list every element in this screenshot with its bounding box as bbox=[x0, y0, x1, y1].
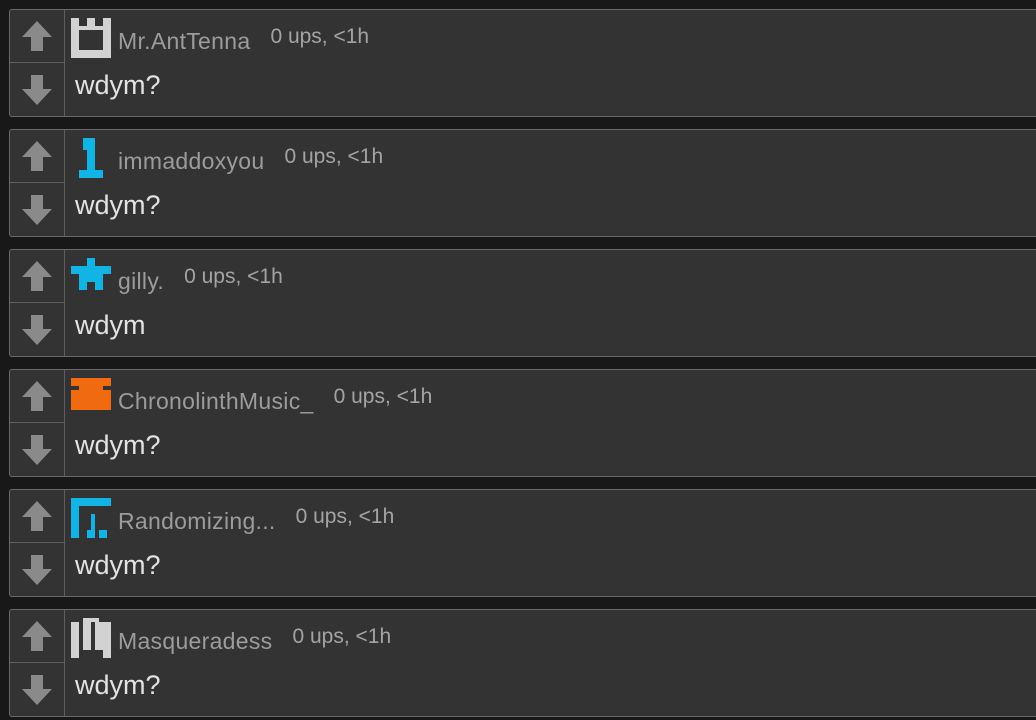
arrow-up-icon bbox=[21, 260, 53, 292]
arrow-up-icon bbox=[21, 380, 53, 412]
comment-text: wdym? bbox=[75, 190, 161, 220]
arrow-down-icon bbox=[21, 194, 53, 226]
downvote-button[interactable] bbox=[10, 663, 64, 716]
comment-header: ChronolinthMusic_ 0 ups, <1h bbox=[71, 378, 432, 418]
comment-header: Randomizing... 0 ups, <1h bbox=[71, 498, 394, 538]
comment-card: ChronolinthMusic_ 0 ups, <1h wdym? bbox=[9, 369, 1036, 477]
upvote-button[interactable] bbox=[10, 490, 64, 543]
comment-text: wdym? bbox=[75, 430, 161, 460]
comment-header: Masqueradess 0 ups, <1h bbox=[71, 618, 391, 658]
upvote-button[interactable] bbox=[10, 130, 64, 183]
downvote-button[interactable] bbox=[10, 543, 64, 596]
comment-header: Mr.AntTenna 0 ups, <1h bbox=[71, 18, 369, 58]
comment-meta: 0 ups, <1h bbox=[284, 145, 384, 168]
username-link[interactable]: ChronolinthMusic_ bbox=[118, 382, 314, 415]
comment-text: wdym bbox=[75, 310, 146, 340]
comment-meta: 0 ups, <1h bbox=[184, 265, 283, 288]
comment-text: wdym? bbox=[75, 70, 161, 100]
arrow-down-icon bbox=[21, 434, 53, 466]
castle-icon[interactable] bbox=[71, 18, 111, 58]
comment-card: gilly. 0 ups, <1h wdym bbox=[9, 249, 1036, 357]
downvote-button[interactable] bbox=[10, 183, 64, 236]
comment-meta: 0 ups, <1h bbox=[292, 625, 392, 648]
arrow-down-icon bbox=[21, 674, 53, 706]
arrow-down-icon bbox=[21, 314, 53, 346]
arrow-down-icon bbox=[21, 554, 53, 586]
comment-card: Mr.AntTenna 0 ups, <1h wdym? bbox=[9, 9, 1036, 117]
downvote-button[interactable] bbox=[10, 423, 64, 476]
comment-meta: 0 ups, <1h bbox=[270, 25, 370, 48]
username-link[interactable]: Mr.AntTenna bbox=[118, 22, 250, 55]
username-link[interactable]: Masqueradess bbox=[118, 622, 272, 655]
username-link[interactable]: immaddoxyou bbox=[118, 142, 264, 175]
comment-card: Masqueradess 0 ups, <1h wdym? bbox=[9, 609, 1036, 717]
comment-card: immaddoxyou 0 ups, <1h wdym? bbox=[9, 129, 1036, 237]
username-link[interactable]: Randomizing... bbox=[118, 502, 276, 535]
comment-meta: 0 ups, <1h bbox=[333, 385, 433, 408]
upvote-button[interactable] bbox=[10, 610, 64, 663]
comment-text: wdym? bbox=[75, 670, 161, 700]
star-icon[interactable] bbox=[71, 258, 111, 298]
frame-icon[interactable] bbox=[71, 498, 111, 538]
figure-one-icon[interactable] bbox=[71, 138, 111, 178]
vote-column bbox=[10, 10, 65, 116]
arrow-up-icon bbox=[21, 620, 53, 652]
comment-meta: 0 ups, <1h bbox=[295, 505, 395, 528]
comment-card: Randomizing... 0 ups, <1h wdym? bbox=[9, 489, 1036, 597]
arrow-up-icon bbox=[21, 500, 53, 532]
vote-column bbox=[10, 370, 65, 476]
block-icon[interactable] bbox=[71, 378, 111, 418]
comment-text: wdym? bbox=[75, 550, 161, 580]
arrow-down-icon bbox=[21, 74, 53, 106]
upvote-button[interactable] bbox=[10, 10, 64, 63]
arrow-up-icon bbox=[21, 140, 53, 172]
vote-column bbox=[10, 130, 65, 236]
pillars-icon[interactable] bbox=[71, 618, 111, 658]
comment-header: gilly. 0 ups, <1h bbox=[71, 258, 283, 298]
vote-column bbox=[10, 250, 65, 356]
username-link[interactable]: gilly. bbox=[118, 262, 164, 295]
upvote-button[interactable] bbox=[10, 250, 64, 303]
vote-column bbox=[10, 490, 65, 596]
downvote-button[interactable] bbox=[10, 303, 64, 356]
upvote-button[interactable] bbox=[10, 370, 64, 423]
vote-column bbox=[10, 610, 65, 716]
comment-feed: Mr.AntTenna 0 ups, <1h wdym? immaddoxyou… bbox=[0, 0, 1036, 720]
arrow-up-icon bbox=[21, 20, 53, 52]
comment-header: immaddoxyou 0 ups, <1h bbox=[71, 138, 383, 178]
downvote-button[interactable] bbox=[10, 63, 64, 116]
